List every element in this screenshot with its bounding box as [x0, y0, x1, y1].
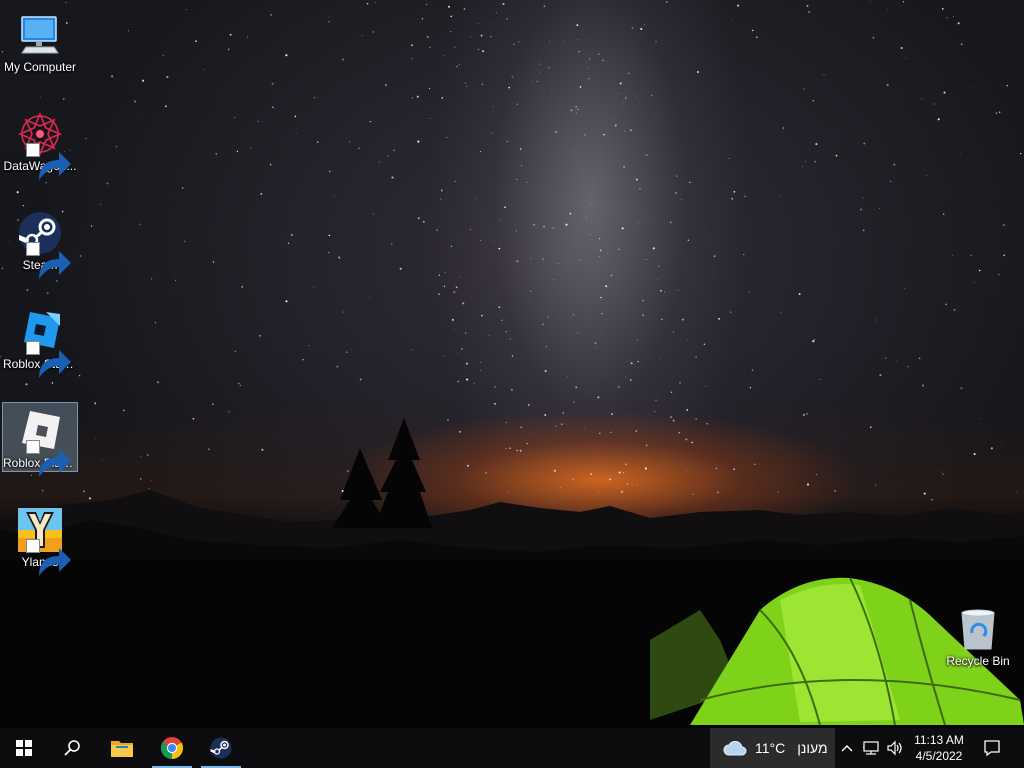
desktop-icon-datawagon[interactable]: DataWagon... [2, 105, 78, 180]
weather-temperature: 11°C [755, 740, 786, 756]
windows-logo-icon [16, 740, 32, 756]
desktop[interactable]: My Computer DataWagon... Steam Roblox St… [0, 0, 1024, 728]
chrome-icon [161, 737, 183, 759]
desktop-icon-steam[interactable]: Steam [2, 204, 78, 279]
wallpaper-landscape [0, 418, 1024, 728]
taskbar-file-explorer[interactable] [98, 728, 146, 768]
steam-icon [210, 737, 232, 759]
desktop-icon-ylands[interactable]: Ylands [2, 501, 78, 576]
shortcut-arrow-icon [26, 242, 71, 279]
cloud-icon [723, 740, 747, 756]
notification-center-button[interactable] [978, 728, 1006, 768]
speaker-icon [887, 740, 902, 756]
desktop-icon-my-computer[interactable]: My Computer [2, 6, 78, 76]
desktop-icon-label: Recycle Bin [946, 654, 1010, 668]
taskbar: 11°C מעונן 11:13 AM 4/5/2022 [0, 728, 1024, 768]
folder-icon [111, 741, 133, 757]
desktop-icon-label: My Computer [3, 60, 77, 74]
start-button[interactable] [0, 728, 48, 768]
clock-time: 11:13 AM [914, 733, 964, 747]
network-button[interactable] [860, 728, 882, 768]
taskbar-steam[interactable] [197, 728, 245, 768]
system-clock[interactable]: 11:13 AM 4/5/2022 [906, 728, 972, 768]
recycle-bin-icon [961, 609, 995, 650]
clock-date: 4/5/2022 [915, 749, 963, 763]
chevron-up-icon [841, 745, 853, 752]
search-icon [64, 740, 80, 756]
show-hidden-icons-button[interactable] [838, 728, 856, 768]
desktop-icon-roblox-studio[interactable]: Roblox Studio [2, 303, 78, 378]
monitor-icon [21, 16, 59, 54]
taskbar-chrome[interactable] [148, 728, 196, 768]
volume-button[interactable] [884, 728, 906, 768]
search-button[interactable] [48, 728, 96, 768]
weather-condition: מעונן [797, 740, 828, 756]
notification-icon [984, 740, 1000, 757]
shortcut-arrow-icon [26, 440, 71, 477]
weather-widget[interactable]: 11°C מעונן [710, 728, 835, 768]
desktop-icon-roblox-player[interactable]: Roblox Player [2, 402, 78, 477]
shortcut-arrow-icon [26, 341, 71, 378]
desktop-icon-recycle-bin[interactable]: Recycle Bin [940, 600, 1016, 670]
network-wired-icon [863, 741, 879, 755]
shortcut-arrow-icon [26, 539, 71, 576]
shortcut-arrow-icon [26, 143, 71, 180]
